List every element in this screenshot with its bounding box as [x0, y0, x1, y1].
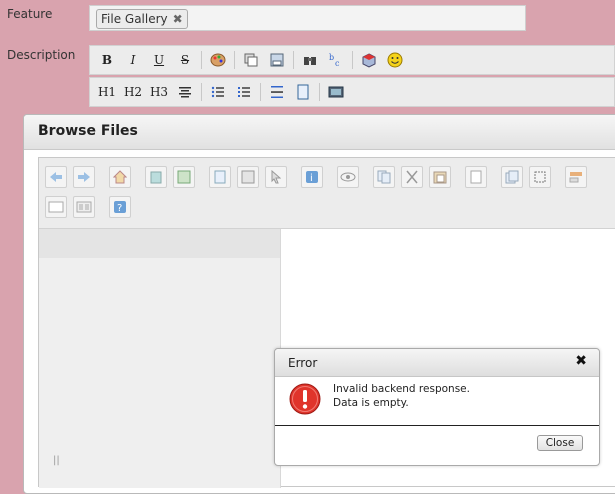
folder-tree-header: [39, 229, 280, 258]
align-center-icon[interactable]: [174, 82, 196, 102]
feature-label: Feature: [7, 7, 53, 21]
error-message-line2: Data is empty.: [333, 397, 409, 409]
home-icon[interactable]: [109, 166, 131, 188]
close-icon[interactable]: ✖: [575, 353, 587, 369]
underline-button[interactable]: U: [148, 50, 170, 70]
heading3-button[interactable]: H3: [148, 82, 170, 102]
bullet-list-icon[interactable]: [207, 82, 229, 102]
heading1-button[interactable]: H1: [96, 82, 118, 102]
media-icon[interactable]: [325, 82, 347, 102]
editor-toolbar-row2: H1 H2 H3: [89, 77, 615, 107]
page-icon[interactable]: [292, 82, 314, 102]
feature-field[interactable]: File Gallery ✖: [89, 5, 526, 31]
properties-icon[interactable]: [565, 166, 587, 188]
svg-text:c: c: [335, 59, 340, 68]
editor-toolbar-row1: B I U S bc: [89, 45, 615, 75]
find-icon[interactable]: [299, 50, 321, 70]
folder-tree-panel[interactable]: ||: [39, 229, 281, 488]
svg-text:i: i: [310, 173, 313, 184]
resize-handle[interactable]: ||: [53, 455, 60, 466]
save-icon[interactable]: [173, 166, 195, 188]
forward-icon[interactable]: [73, 166, 95, 188]
error-dialog-header: Error ✖: [275, 349, 599, 377]
duplicate-icon[interactable]: [501, 166, 523, 188]
error-icon: [289, 383, 321, 415]
select-icon[interactable]: [265, 166, 287, 188]
disk-icon[interactable]: [237, 166, 259, 188]
italic-button[interactable]: I: [122, 50, 144, 70]
error-message-line1: Invalid backend response.: [333, 383, 470, 395]
feature-tag-label: File Gallery: [101, 12, 168, 26]
bold-button[interactable]: B: [96, 50, 118, 70]
error-dialog: Error ✖ Invalid backend response. Data i…: [274, 348, 600, 466]
browse-files-header: Browse Files: [24, 115, 615, 150]
error-message: Invalid backend response. Data is empty.: [333, 382, 470, 410]
file-manager-toolbar: i ?: [39, 158, 615, 229]
thumbnail-view-icon[interactable]: [73, 196, 95, 218]
error-dialog-title: Error: [288, 356, 318, 370]
cut-icon[interactable]: [401, 166, 423, 188]
select-all-icon[interactable]: [529, 166, 551, 188]
description-label: Description: [7, 48, 76, 62]
browse-files-title: Browse Files: [38, 123, 138, 139]
error-divider: [275, 425, 599, 426]
help-icon[interactable]: ?: [109, 196, 131, 218]
paste-file-icon[interactable]: [429, 166, 451, 188]
heading2-button[interactable]: H2: [122, 82, 144, 102]
list-view-icon[interactable]: [45, 196, 67, 218]
back-icon[interactable]: [45, 166, 67, 188]
new-file-icon[interactable]: [465, 166, 487, 188]
palette-icon[interactable]: [207, 50, 229, 70]
strikethrough-button[interactable]: S: [174, 50, 196, 70]
svg-text:b: b: [329, 53, 334, 62]
svg-text:?: ?: [117, 203, 122, 214]
reload-icon[interactable]: [145, 166, 167, 188]
info-icon[interactable]: i: [301, 166, 323, 188]
feature-tag: File Gallery ✖: [96, 9, 188, 29]
close-button[interactable]: Close: [537, 435, 583, 451]
horizontal-rule-icon[interactable]: [266, 82, 288, 102]
open-icon[interactable]: [209, 166, 231, 188]
copy-file-icon[interactable]: [373, 166, 395, 188]
image-box-icon[interactable]: [358, 50, 380, 70]
smiley-icon[interactable]: [384, 50, 406, 70]
paste-icon[interactable]: [266, 50, 288, 70]
replace-icon[interactable]: bc: [325, 50, 347, 70]
view-icon[interactable]: [337, 166, 359, 188]
copy-icon[interactable]: [240, 50, 262, 70]
numbered-list-icon[interactable]: [233, 82, 255, 102]
remove-tag-icon[interactable]: ✖: [173, 10, 183, 28]
